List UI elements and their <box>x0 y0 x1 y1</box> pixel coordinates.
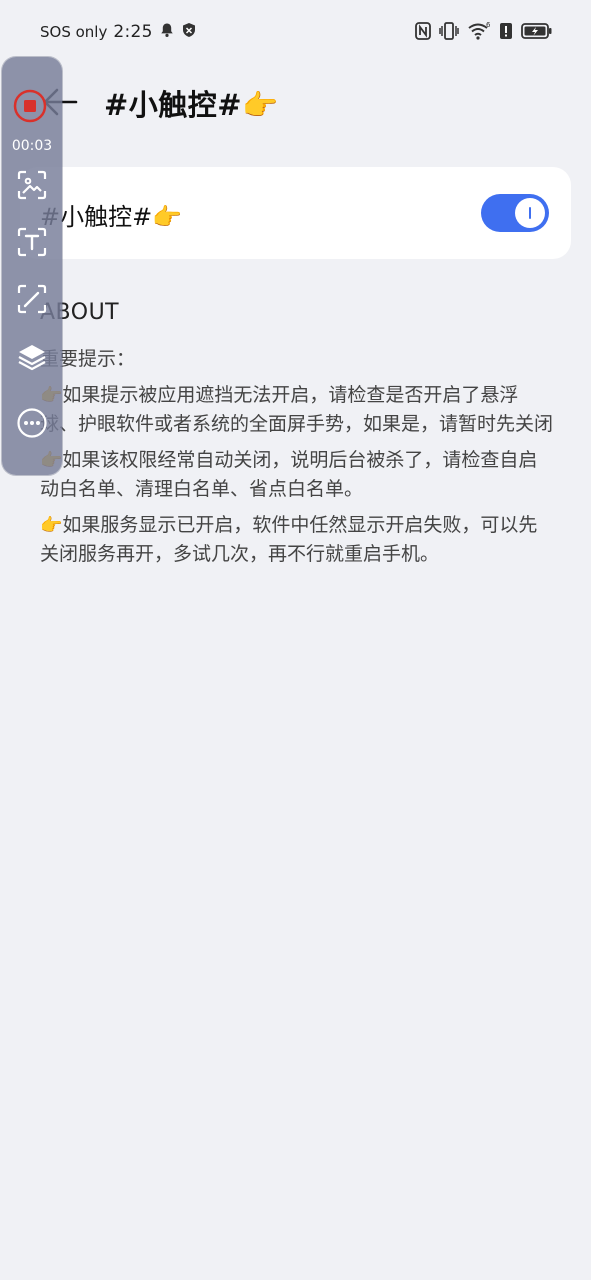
vibrate-icon <box>439 22 459 44</box>
app-screen: SOS only 2:25 6 #小触控#👉 #小触控#👉 ABOUT 重要提示… <box>0 0 591 1280</box>
layers-icon <box>18 345 46 371</box>
edit-icon <box>17 284 47 314</box>
page-title: #小触控#👉 <box>104 88 279 122</box>
screenshot-icon <box>17 170 47 200</box>
about-item-text: 如果服务显示已开启，软件中任然显示开启失败，可以先关闭服务再开，多试几次，再不行… <box>40 514 538 565</box>
carrier-text: SOS only <box>40 23 108 41</box>
more-icon <box>17 408 47 438</box>
notice-title: 重要提示： <box>40 348 136 370</box>
recording-timer: 00:03 <box>11 138 53 154</box>
annotate-button[interactable] <box>16 283 48 315</box>
text-recognition-button[interactable] <box>16 226 48 258</box>
layers-button[interactable] <box>16 341 48 373</box>
screen-recorder-toolbar[interactable]: 00:03 <box>2 57 62 475</box>
wifi-badge: 6 <box>486 22 491 29</box>
clock: 2:25 <box>113 22 153 42</box>
battery-charging-icon <box>521 22 553 44</box>
text-icon <box>17 227 47 257</box>
shield-icon <box>181 22 197 42</box>
service-toggle-card[interactable]: #小触控#👉 <box>20 167 571 259</box>
status-left: SOS only 2:25 <box>40 22 197 42</box>
about-section: 重要提示： 👉如果提示被应用遮挡无法开启，请检查是否开启了悬浮球、护眼软件或者系… <box>40 345 555 576</box>
alert-icon <box>499 22 513 44</box>
about-item-2: 👉如果该权限经常自动关闭，说明后台被杀了，请检查自启动白名单、清理白名单、省点白… <box>40 446 555 504</box>
status-bar: SOS only 2:25 6 <box>0 0 591 66</box>
wifi-icon: 6 <box>467 21 491 44</box>
switch-knob <box>515 198 545 228</box>
service-toggle-switch[interactable] <box>481 194 549 232</box>
stop-recording-button[interactable] <box>13 89 47 123</box>
more-options-button[interactable] <box>16 407 48 439</box>
pointing-hand-icon: 👉 <box>40 515 63 536</box>
about-item-1: 👉如果提示被应用遮挡无法开启，请检查是否开启了悬浮球、护眼软件或者系统的全面屏手… <box>40 381 555 439</box>
bell-icon <box>159 22 175 42</box>
status-right: 6 <box>415 21 553 44</box>
app-header: #小触控#👉 <box>0 70 591 136</box>
about-item-text: 如果该权限经常自动关闭，说明后台被杀了，请检查自启动白名单、清理白名单、省点白名… <box>40 449 538 500</box>
nfc-icon <box>415 22 431 44</box>
stop-record-icon <box>13 89 47 123</box>
about-item-3: 👉如果服务显示已开启，软件中任然显示开启失败，可以先关闭服务再开，多试几次，再不… <box>40 511 555 569</box>
about-item-text: 如果提示被应用遮挡无法开启，请检查是否开启了悬浮球、护眼软件或者系统的全面屏手势… <box>40 384 554 435</box>
screenshot-button[interactable] <box>16 169 48 201</box>
